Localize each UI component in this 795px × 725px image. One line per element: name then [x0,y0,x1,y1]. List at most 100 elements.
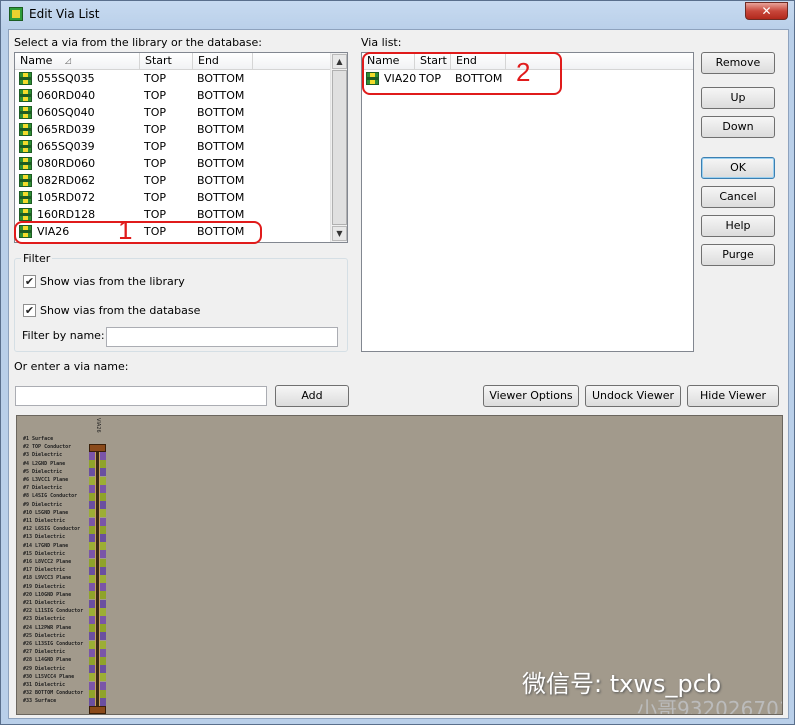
library-cell-name: 080RD060 [37,157,96,170]
remove-button[interactable]: Remove [701,52,775,74]
stack-layer-label: #16 L8VCC2 Plane [23,559,72,565]
scroll-down-arrow-icon[interactable]: ▼ [332,226,347,241]
column-header-name[interactable]: Name ◿ [15,53,140,70]
stack-layer-label: #25 Dielectric [23,632,66,639]
stack-layer-label: #28 L14GND Plane [23,657,72,664]
add-button[interactable]: Add [275,385,349,407]
stack-layer-label: #32 BOTTOM Conductor [23,690,84,697]
library-cell-start: TOP [144,157,167,170]
annotation-number-2: 2 [516,57,531,87]
cancel-button[interactable]: Cancel [701,186,775,208]
via-icon [19,140,32,153]
library-cell-end: BOTTOM [197,106,245,119]
library-via-list[interactable]: Name ◿ Start End 055SQ035 TOP BOTTOM 060RD0… [14,52,348,243]
library-list-header: Name ◿ Start End [15,53,331,70]
library-row[interactable]: 055SQ035 TOP BOTTOM [15,70,315,87]
stack-layer-label: #12 L6SIG Conductor [23,526,81,533]
close-button[interactable]: ✕ [745,2,788,20]
library-cell-name: 060RD040 [37,89,96,102]
library-cell-start: TOP [144,191,167,204]
stack-layer-label: #4 L2GND Plane [23,460,66,467]
hide-viewer-button[interactable]: Hide Viewer [687,385,779,407]
library-cell-start: TOP [144,174,167,187]
via-icon [19,157,32,170]
stack-layer-label: #21 Dielectric [23,600,66,606]
filter-by-name-input[interactable] [106,327,338,347]
scroll-up-arrow-icon[interactable]: ▲ [332,54,347,69]
checkmark-icon: ✔ [24,275,35,288]
library-row[interactable]: 065RD039 TOP BOTTOM [15,121,315,138]
stack-layer-label: #15 Dielectric [23,550,66,557]
stack-layer-label: #26 L13SIG Conductor [23,641,84,647]
library-cell-name: 060SQ040 [37,106,95,119]
via-pad-bottom [89,706,106,714]
app-icon [9,7,23,21]
undock-viewer-button[interactable]: Undock Viewer [585,385,681,407]
library-cell-end: BOTTOM [197,191,245,204]
stack-layer-label: #33 Surface [23,698,57,705]
library-cell-start: TOP [144,89,167,102]
stack-layer-label: #2 TOP Conductor [23,444,72,451]
down-button[interactable]: Down [701,116,775,138]
via-icon [19,191,32,204]
window-title: Edit Via List [29,7,100,21]
library-list-label: Select a via from the library or the dat… [14,36,263,49]
stack-layer-label: #31 Dielectric [23,682,66,688]
viewer-options-button[interactable]: Viewer Options [483,385,579,407]
filter-group-title: Filter [21,252,53,265]
library-row[interactable]: 065SQ039 TOP BOTTOM [15,138,315,155]
filter-group: Filter ✔ Show vias from the library ✔ Sh… [14,252,348,352]
dialog-client: Select a via from the library or the dat… [8,29,789,719]
stack-layer-label: #18 L9VCC3 Plane [23,575,72,582]
via-name-input[interactable] [15,386,267,406]
stack-layer-label: #19 Dielectric [23,583,66,590]
help-button[interactable]: Help [701,215,775,237]
stack-layer-label: #7 Dielectric [23,485,63,492]
via-icon [19,89,32,102]
column-header-start[interactable]: Start [140,53,193,70]
library-row[interactable]: 105RD072 TOP BOTTOM [15,189,315,206]
library-cell-start: TOP [144,106,167,119]
via-icon [19,208,32,221]
via-barrel [95,452,100,706]
stack-layer-label: #17 Dielectric [23,567,66,574]
stack-layer-label: #14 L7GND Plane [23,542,69,549]
library-row[interactable]: 060RD040 TOP BOTTOM [15,87,315,104]
via-list[interactable]: Name Start End VIA20 TOP BOTTOM [361,52,694,352]
annotation-box-2 [362,52,562,95]
column-header-end[interactable]: End [193,53,253,70]
library-list-scrollbar[interactable]: ▲ ▼ [330,53,347,242]
title-bar[interactable]: Edit Via List ✕ [1,1,794,29]
via-icon [19,174,32,187]
stack-layer-label: #20 L10GND Plane [23,591,72,598]
show-database-checkbox[interactable]: ✔ [23,304,36,317]
watermark-id-text: 小哥932026701 [637,697,783,715]
library-cell-start: TOP [144,140,167,153]
ok-button[interactable]: OK [701,157,775,179]
stack-layer-label: #5 Dielectric [23,468,63,475]
via-stack-graphic [89,444,106,714]
library-row[interactable]: 080RD060 TOP BOTTOM [15,155,315,172]
up-button[interactable]: Up [701,87,775,109]
library-cell-name: 065RD039 [37,123,96,136]
library-cell-name: 082RD062 [37,174,96,187]
library-row[interactable]: 060SQ040 TOP BOTTOM [15,104,315,121]
stack-layer-label: #22 L11SIG Conductor [23,608,84,615]
library-cell-end: BOTTOM [197,72,245,85]
purge-button[interactable]: Purge [701,244,775,266]
viewer-via-column-label: VIA26 [95,418,101,433]
scrollbar-thumb[interactable] [332,70,347,225]
annotation-number-1: 1 [118,215,133,245]
library-cell-end: BOTTOM [197,174,245,187]
via-icon [19,123,32,136]
stack-layer-label: #13 Dielectric [23,534,66,541]
show-library-checkbox[interactable]: ✔ [23,275,36,288]
show-library-label: Show vias from the library [40,275,185,288]
column-header-name-label: Name [20,54,53,67]
show-database-label: Show vias from the database [40,304,201,317]
library-row[interactable]: 082RD062 TOP BOTTOM [15,172,315,189]
annotation-box-1 [14,221,262,244]
stack-layer-label: #29 Dielectric [23,665,66,672]
library-cell-end: BOTTOM [197,140,245,153]
via-stack-viewer[interactable]: VIA26 #1 Surface #2 TOP Conductor #3 Diele… [16,415,783,715]
